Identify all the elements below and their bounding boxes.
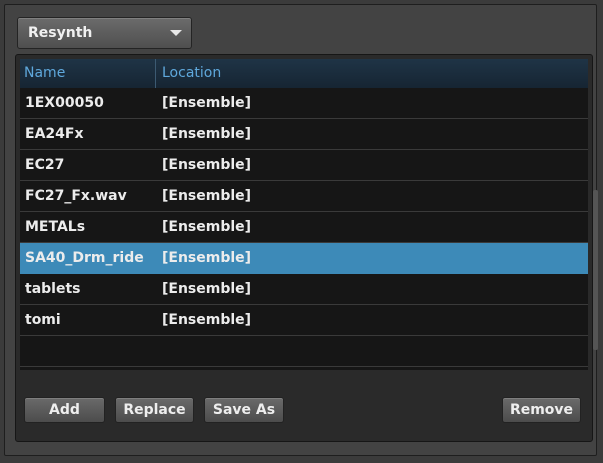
- row-name: SA40_Drm_ride: [25, 250, 144, 266]
- row-name: EA24Fx: [25, 126, 84, 142]
- resynth-selector-dropdown[interactable]: Resynth: [17, 17, 192, 49]
- row-name: 1EX00050: [25, 95, 104, 111]
- column-header-location[interactable]: Location: [156, 59, 588, 88]
- table-row[interactable]: FC27_Fx.wav [Ensemble]: [20, 181, 588, 212]
- table-row-selected[interactable]: SA40_Drm_ride [Ensemble]: [20, 243, 588, 274]
- table-row[interactable]: METALs [Ensemble]: [20, 212, 588, 243]
- row-location: [Ensemble]: [162, 126, 252, 142]
- row-location: [Ensemble]: [162, 188, 252, 204]
- row-location: [Ensemble]: [162, 312, 252, 328]
- column-header-name[interactable]: Name: [20, 59, 156, 88]
- button-bar: Add Replace Save As Remove: [16, 370, 592, 441]
- row-location: [Ensemble]: [162, 95, 252, 111]
- scrollbar[interactable]: [593, 190, 598, 350]
- row-location: [Ensemble]: [162, 219, 252, 235]
- table-row[interactable]: tomi [Ensemble]: [20, 305, 588, 336]
- add-button[interactable]: Add: [24, 397, 105, 423]
- replace-button[interactable]: Replace: [115, 397, 194, 423]
- table-row[interactable]: EC27 [Ensemble]: [20, 150, 588, 181]
- sample-table: Name Location 1EX00050 [Ensemble] EA24Fx…: [20, 59, 588, 370]
- table-row[interactable]: tablets [Ensemble]: [20, 274, 588, 305]
- sample-list-panel: Name Location 1EX00050 [Ensemble] EA24Fx…: [15, 54, 593, 442]
- table-row[interactable]: 1EX00050 [Ensemble]: [20, 88, 588, 119]
- dropdown-value: Resynth: [28, 25, 93, 41]
- row-name: FC27_Fx.wav: [25, 188, 127, 204]
- chevron-down-icon: [170, 30, 182, 36]
- save-as-button[interactable]: Save As: [204, 397, 284, 423]
- row-name: tablets: [25, 281, 81, 297]
- row-location: [Ensemble]: [162, 281, 252, 297]
- row-location: [Ensemble]: [162, 157, 252, 173]
- row-location: [Ensemble]: [162, 250, 252, 266]
- remove-button[interactable]: Remove: [502, 397, 581, 423]
- table-row-empty: [20, 336, 588, 367]
- table-row[interactable]: EA24Fx [Ensemble]: [20, 119, 588, 150]
- row-name: tomi: [25, 312, 61, 328]
- row-name: METALs: [25, 219, 86, 235]
- table-header: Name Location: [20, 59, 588, 88]
- row-name: EC27: [25, 157, 65, 173]
